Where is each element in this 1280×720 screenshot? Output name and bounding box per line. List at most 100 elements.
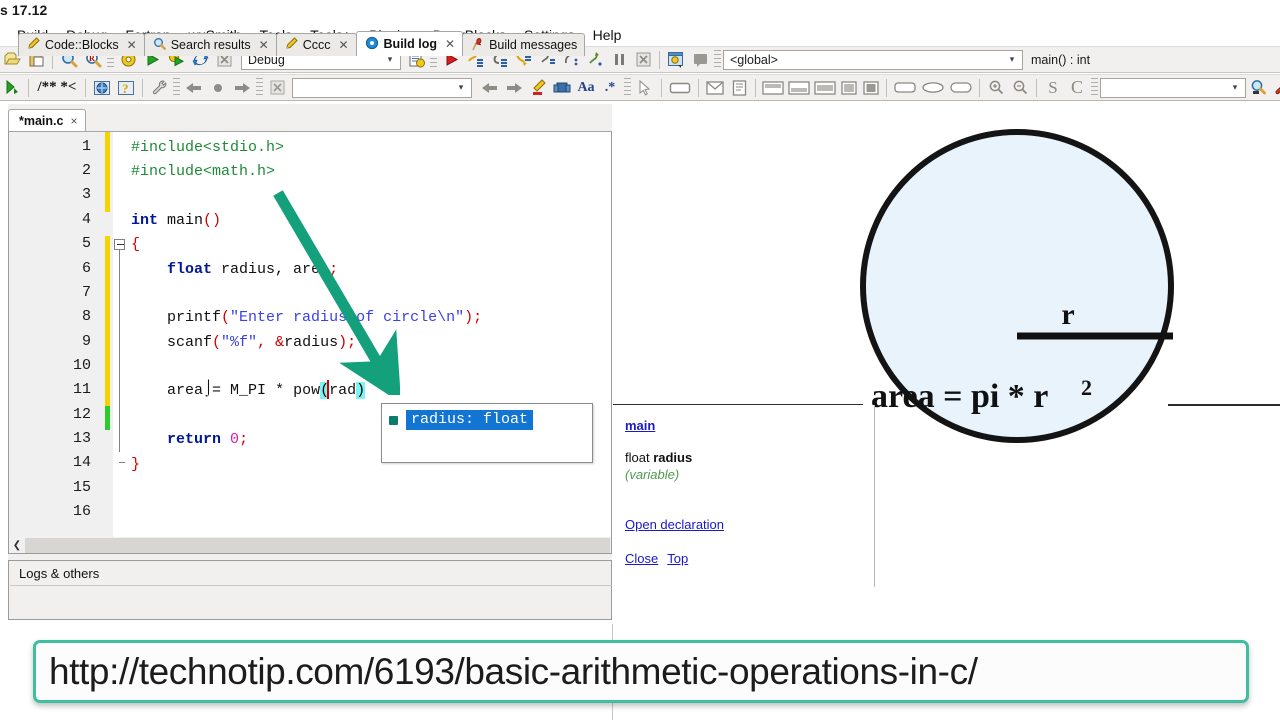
radius-label: r (1061, 298, 1074, 331)
log-tab-build-messages[interactable]: Build messages (462, 33, 585, 56)
close-icon[interactable]: ✕ (127, 38, 137, 52)
editor-horizontal-scrollbar[interactable]: ❮ (8, 537, 612, 554)
match-case-icon[interactable] (550, 76, 574, 99)
nav-forward-icon[interactable] (230, 76, 254, 99)
log-tab-search-results[interactable]: Search results ✕ (144, 33, 277, 56)
layout-left-icon[interactable] (760, 76, 786, 99)
code-kw-float: float (167, 261, 212, 278)
debug-stop-icon[interactable] (631, 48, 655, 71)
regex-icon[interactable]: .* (598, 76, 622, 99)
arrow-line (278, 193, 380, 367)
clear-search-icon[interactable] (265, 76, 289, 99)
pointer-arrow (270, 185, 400, 395)
divider (10, 585, 612, 586)
doc-scope-link[interactable]: main (625, 418, 655, 433)
debug-break-icon[interactable] (607, 48, 631, 71)
code-fn-main: main (167, 212, 203, 229)
doxyblocks-block-comment-icon[interactable]: /** *< (33, 76, 81, 99)
line-number: 2 (82, 162, 91, 179)
area-formula-text: area = pi * r (871, 378, 1048, 415)
text-cursor-ibeam: ⌡ (204, 380, 213, 397)
editor-tab-main-c[interactable]: *main.c × (8, 109, 86, 132)
code-scanf-format: "%f" (221, 334, 257, 351)
svg-text:?: ? (122, 81, 129, 96)
variable-bullet-icon (389, 416, 398, 425)
doc-signature: float radius (625, 450, 692, 465)
shape-round-icon[interactable] (947, 76, 975, 99)
top-link[interactable]: Top (667, 551, 688, 566)
scope-value: <global> (730, 53, 1004, 67)
line-number: 11 (73, 381, 91, 398)
scroll-left-icon[interactable]: ❮ (9, 538, 25, 553)
close-link[interactable]: Close (625, 551, 658, 566)
layout-right-icon[interactable] (812, 76, 838, 99)
close-icon[interactable]: ✕ (338, 38, 348, 52)
select-tool-icon[interactable] (633, 76, 657, 99)
fold-collapse-icon[interactable] (114, 239, 125, 250)
fold-margin[interactable] (113, 132, 131, 550)
menu-item-help[interactable]: Help (584, 26, 631, 44)
doxyblocks-config-icon[interactable] (147, 76, 171, 99)
shape-rect-icon[interactable] (891, 76, 919, 99)
url-banner[interactable]: http://technotip.com/6193/basic-arithmet… (33, 640, 1249, 703)
shape-oval-icon[interactable] (919, 76, 947, 99)
line-number: 14 (73, 454, 91, 471)
code-paren-l: ( (221, 309, 230, 326)
debugging-windows-icon[interactable] (664, 48, 688, 71)
chevron-down-icon[interactable]: ▾ (1004, 51, 1020, 69)
log-tab-build-log[interactable]: Build log ✕ (356, 31, 464, 56)
insert-dialog-icon[interactable] (703, 76, 727, 99)
line-number: 5 (82, 235, 91, 252)
nav-bookmark-icon[interactable] (206, 76, 230, 99)
layout-bottom-icon[interactable] (786, 76, 812, 99)
close-icon[interactable]: × (70, 114, 77, 128)
layout-center-icon[interactable] (860, 76, 882, 99)
code-tools-icon[interactable] (1270, 76, 1280, 99)
layout-fill-icon[interactable] (838, 76, 860, 99)
log-tab-codeblocks[interactable]: Code::Blocks ✕ (18, 33, 145, 56)
doxyblocks-run-icon[interactable] (0, 76, 24, 99)
function-value[interactable]: main() : int (1023, 53, 1090, 67)
search-input-combo[interactable]: ▾ (292, 78, 472, 98)
smalls-icon[interactable]: S (1041, 76, 1065, 99)
insert-frame-icon[interactable] (727, 76, 751, 99)
log-tab-cccc[interactable]: Cccc ✕ (276, 33, 357, 56)
code-printf-end: ); (464, 309, 482, 326)
highlight-icon[interactable] (526, 76, 550, 99)
zoom-out-icon[interactable] (1008, 76, 1032, 99)
line-number: 8 (82, 308, 91, 325)
change-marker-modified (105, 132, 110, 212)
line-number: 1 (82, 138, 91, 155)
scope-combo[interactable]: <global> ▾ (723, 50, 1023, 70)
match-word-icon[interactable]: Aa (574, 76, 598, 99)
autocomplete-item-label: radius: float (406, 410, 533, 430)
doxyblocks-help-icon[interactable]: ? (114, 76, 138, 99)
bigc-icon[interactable]: C (1065, 76, 1089, 99)
code-search-combo[interactable]: ▾ (1100, 78, 1246, 98)
editor-tabstrip: *main.c × (8, 108, 86, 132)
scroll-track[interactable] (25, 538, 610, 553)
code-include-math: #include<math.h> (131, 163, 275, 180)
doxyblocks-wizard-icon[interactable] (90, 76, 114, 99)
url-text: http://technotip.com/6193/basic-arithmet… (36, 651, 978, 693)
close-icon[interactable]: ✕ (259, 38, 269, 52)
debug-run-to-cursor-icon[interactable] (583, 48, 607, 71)
chevron-down-icon[interactable]: ▾ (1227, 79, 1243, 97)
code-find-icon[interactable] (1246, 76, 1270, 99)
insert-panel-icon[interactable] (666, 76, 694, 99)
nav-back-icon[interactable] (182, 76, 206, 99)
autocomplete-popup[interactable]: radius: float (381, 403, 593, 463)
fold-end (119, 462, 125, 463)
line-number: 3 (82, 186, 91, 203)
prev-occurrence-icon[interactable] (478, 76, 502, 99)
chevron-down-icon[interactable]: ▾ (453, 79, 469, 97)
close-icon[interactable]: ✕ (445, 37, 455, 51)
doxy-comment-label: /** *< (38, 79, 77, 96)
autocomplete-item[interactable]: radius: float (386, 408, 590, 432)
zoom-in-icon[interactable] (984, 76, 1008, 99)
next-occurrence-icon[interactable] (502, 76, 526, 99)
fold-line (119, 250, 120, 452)
gear-blue-icon (365, 36, 379, 53)
open-declaration-link[interactable]: Open declaration (625, 517, 724, 532)
various-info-icon[interactable] (688, 48, 712, 71)
